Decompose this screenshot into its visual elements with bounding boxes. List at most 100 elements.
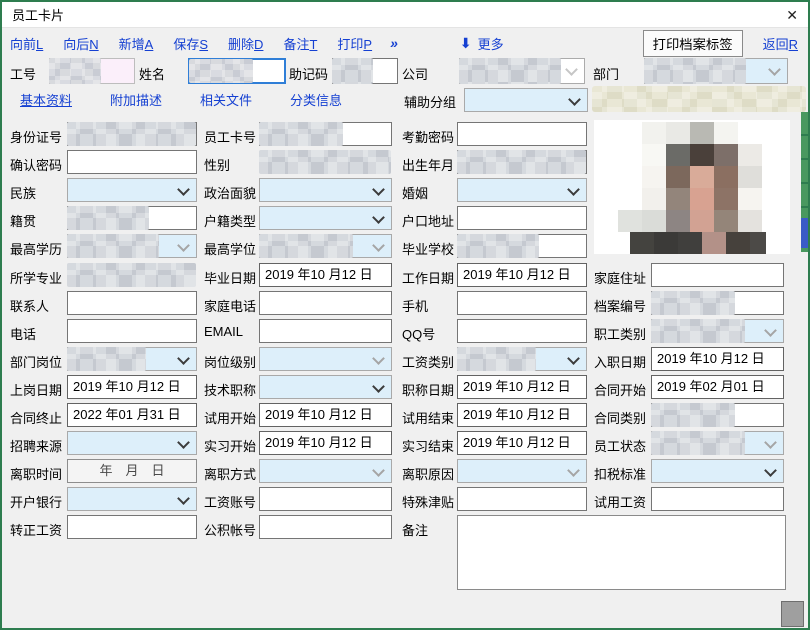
- department-post-field[interactable]: [67, 347, 197, 371]
- title-date-field[interactable]: 2019 年10 月12 日: [457, 375, 587, 399]
- tab-extra-desc[interactable]: 附加描述: [110, 90, 162, 109]
- contact-person-field[interactable]: [67, 291, 197, 315]
- print-archive-label-button[interactable]: 打印档案标签: [643, 30, 743, 57]
- tab-related-files[interactable]: 相关文件: [200, 90, 252, 109]
- graduation-date-field[interactable]: 2019 年10 月12 日: [259, 263, 392, 287]
- tax-standard-field[interactable]: [651, 459, 784, 483]
- remark-field[interactable]: [457, 515, 786, 590]
- salary-account-field[interactable]: [259, 487, 392, 511]
- hire-date-field[interactable]: 2019 年10 月12 日: [651, 347, 784, 371]
- post-date-field[interactable]: 2019 年10 月12 日: [67, 375, 197, 399]
- household-type-field[interactable]: [259, 206, 392, 230]
- toolbar-forward-button[interactable]: 向前L: [10, 34, 43, 53]
- post-level-field[interactable]: [259, 347, 392, 371]
- graduate-school-field[interactable]: [457, 234, 587, 258]
- employee-card-window: 员工卡片 ✕ 向前L向后N新增A保存S删除D备注T打印P » ⬇ 更多 打印档案…: [0, 0, 810, 630]
- highest-education-label: 最高学历: [10, 239, 62, 258]
- toolbar-backward-button[interactable]: 向后N: [63, 34, 98, 53]
- underlying-window-selection: [801, 218, 808, 248]
- ethnicity-field[interactable]: [67, 178, 197, 202]
- toolbar-overflow-chevrons-icon[interactable]: »: [390, 35, 398, 51]
- resign-method-label: 离职方式: [204, 464, 256, 483]
- mnemonic-code-field[interactable]: [332, 58, 398, 84]
- confirm-password-field[interactable]: [67, 150, 197, 174]
- employee-photo[interactable]: [594, 120, 790, 254]
- employee-category-field[interactable]: [651, 319, 784, 343]
- aux-group-field[interactable]: [464, 88, 588, 112]
- contract-type-field[interactable]: [651, 403, 784, 427]
- save-accel: S: [199, 37, 208, 52]
- tab-classification[interactable]: 分类信息: [290, 90, 342, 109]
- email-field[interactable]: [259, 319, 392, 343]
- home-address-field[interactable]: [651, 263, 784, 287]
- employee-no-label: 工号: [10, 64, 36, 83]
- toolbar-return-button[interactable]: 返回R: [763, 37, 798, 52]
- pixelated-redaction: [651, 319, 745, 343]
- special-allowance-field[interactable]: [457, 487, 587, 511]
- bank-field[interactable]: [67, 487, 197, 511]
- company-field[interactable]: [459, 58, 585, 84]
- graduate-school-label: 毕业学校: [402, 239, 454, 258]
- marital-status-field[interactable]: [457, 178, 587, 202]
- tab-basic-info[interactable]: 基本资料: [20, 90, 72, 109]
- internship-start-field[interactable]: 2019 年10 月12 日: [259, 431, 392, 455]
- pixelated-redaction: [332, 58, 373, 84]
- pixelated-redaction: [49, 58, 101, 84]
- chevron-down-icon: [372, 183, 385, 196]
- housing-fund-account-field[interactable]: [259, 515, 392, 539]
- salary-category-label: 工资类别: [402, 352, 454, 371]
- household-address-field[interactable]: [457, 206, 587, 230]
- home-phone-field[interactable]: [259, 291, 392, 315]
- toolbar-save-button[interactable]: 保存S: [173, 34, 208, 53]
- employee-no-field[interactable]: [49, 58, 135, 84]
- resign-date-field[interactable]: 年 月 日: [67, 459, 197, 483]
- highest-degree-field[interactable]: [259, 234, 392, 258]
- underlying-window-corner: [781, 601, 804, 627]
- political-status-field[interactable]: [259, 178, 392, 202]
- chevron-down-icon: [567, 183, 580, 196]
- technical-title-field[interactable]: [259, 375, 392, 399]
- employee-card-no-label: 员工卡号: [204, 127, 256, 146]
- gender-field[interactable]: [259, 150, 392, 174]
- work-start-date-field[interactable]: 2019 年10 月12 日: [457, 263, 587, 287]
- native-place-field[interactable]: [67, 206, 197, 230]
- special-allowance-label: 特殊津贴: [402, 492, 454, 511]
- internship-end-field[interactable]: 2019 年10 月12 日: [457, 431, 587, 455]
- toolbar-print-button[interactable]: 打印P: [337, 34, 372, 53]
- close-icon[interactable]: ✕: [786, 8, 798, 22]
- chevron-down-icon: [568, 93, 581, 106]
- employee-status-field[interactable]: [651, 431, 784, 455]
- toolbar-return-group: 返回R: [755, 34, 808, 53]
- toolbar-add-button[interactable]: 新增A: [119, 34, 154, 53]
- id-card-no-field[interactable]: [67, 122, 197, 146]
- regular-salary-field[interactable]: [67, 515, 197, 539]
- probation-end-field[interactable]: 2019 年10 月12 日: [457, 403, 587, 427]
- contract-end-field[interactable]: 2022 年01 月31 日: [67, 403, 197, 427]
- archive-no-field[interactable]: [651, 291, 784, 315]
- pixelated-redaction-area: [592, 86, 806, 112]
- toolbar-more-button[interactable]: ⬇ 更多: [460, 34, 504, 53]
- recruit-source-field[interactable]: [67, 431, 197, 455]
- home-address-label: 家庭住址: [594, 268, 646, 287]
- mobile-field[interactable]: [457, 291, 587, 315]
- ethnicity-label: 民族: [10, 183, 36, 202]
- contract-start-field[interactable]: 2019 年02 月01 日: [651, 375, 784, 399]
- department-field[interactable]: [644, 58, 788, 84]
- attendance-password-field[interactable]: [457, 122, 587, 146]
- birth-date-field[interactable]: [457, 150, 587, 174]
- salary-category-field[interactable]: [457, 347, 587, 371]
- archive-no-label: 档案编号: [594, 296, 646, 315]
- major-field[interactable]: [67, 263, 197, 287]
- toolbar-note-button[interactable]: 备注T: [283, 34, 317, 53]
- toolbar-delete-button[interactable]: 删除D: [228, 34, 263, 53]
- probation-start-field[interactable]: 2019 年10 月12 日: [259, 403, 392, 427]
- name-field[interactable]: [188, 58, 286, 84]
- highest-education-field[interactable]: [67, 234, 197, 258]
- probation-salary-field[interactable]: [651, 487, 784, 511]
- qq-field[interactable]: [457, 319, 587, 343]
- employee-card-no-field[interactable]: [259, 122, 392, 146]
- resign-method-field[interactable]: [259, 459, 392, 483]
- pixelated-redaction: [457, 150, 586, 174]
- resign-reason-field[interactable]: [457, 459, 587, 483]
- phone-field[interactable]: [67, 319, 197, 343]
